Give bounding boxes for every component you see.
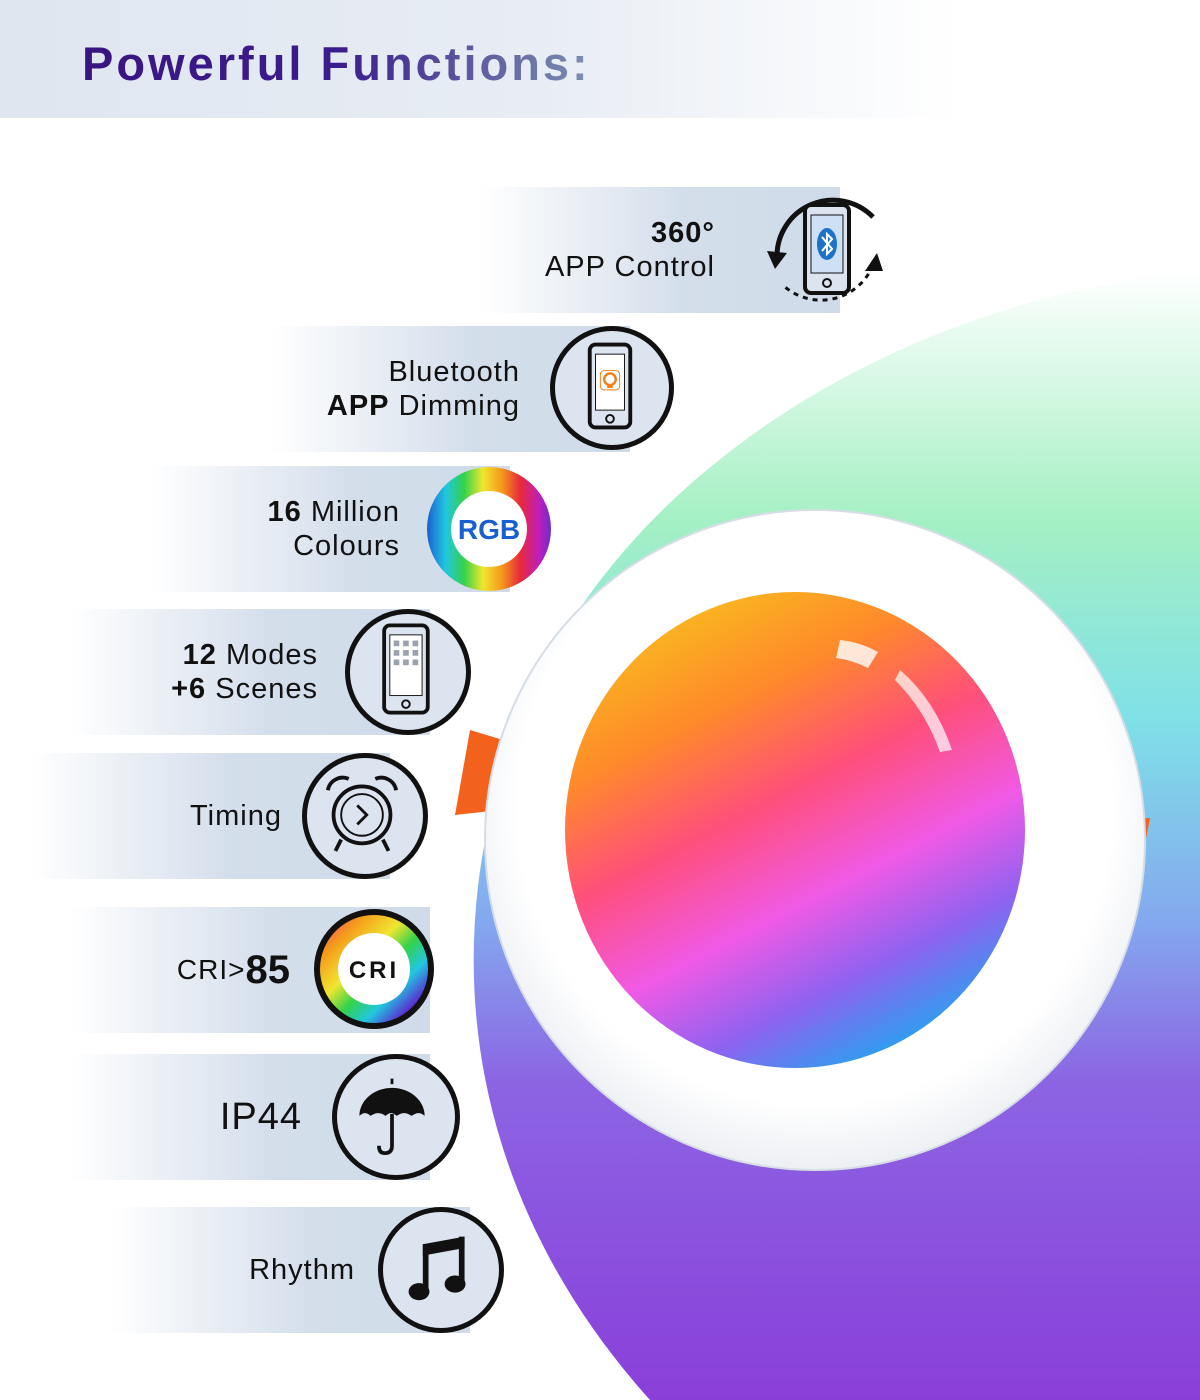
- feature-label-line1: Modes: [225, 639, 318, 671]
- feature-million-colours: 16 Million Colours RGB: [150, 466, 570, 592]
- feature-label-line1: Timing: [190, 800, 282, 832]
- cri-icon-text: CRI: [349, 957, 399, 984]
- feature-label-line1: IP44: [219, 1096, 302, 1138]
- feature-app-dimming: Bluetooth APP Dimming: [270, 326, 690, 452]
- cri-value: 85: [245, 948, 291, 992]
- feature-label: IP44: [220, 1054, 302, 1180]
- modes-phone-icon: [345, 609, 471, 735]
- feature-label-line1: Rhythm: [249, 1254, 355, 1286]
- music-note-icon: [378, 1207, 504, 1333]
- page-title: Powerful Functions:: [82, 37, 591, 90]
- rgb-ring-icon: RGB: [427, 467, 551, 591]
- feature-modes-scenes: 12 Modes +6 Scenes: [70, 609, 490, 735]
- feature-label-line2: Colours: [293, 530, 400, 562]
- feature-label: 360° APP Control: [545, 187, 715, 313]
- feature-label: Timing: [190, 753, 282, 879]
- umbrella-icon: [332, 1054, 460, 1180]
- feature-label-bold-2: +6: [171, 673, 207, 705]
- feature-label-bold: APP: [326, 390, 390, 422]
- feature-label: Rhythm: [249, 1207, 355, 1333]
- feature-label: 12 Modes +6 Scenes: [171, 609, 318, 735]
- app-phone-icon: [550, 326, 674, 450]
- feature-rhythm: Rhythm: [110, 1207, 530, 1333]
- feature-label-bold: 12: [182, 639, 217, 671]
- feature-timing: Timing: [30, 753, 450, 879]
- feature-label-line2: Scenes: [215, 673, 318, 705]
- bluetooth-phone-rotate-icon: [767, 197, 883, 302]
- feature-label-line2: APP Control: [544, 251, 715, 283]
- feature-app-control: 360° APP Control: [480, 187, 900, 313]
- feature-label: CRI> 85: [177, 907, 290, 1033]
- feature-label: 16 Million Colours: [267, 466, 400, 592]
- feature-label-line1: Million: [310, 496, 400, 528]
- feature-label-line2: Dimming: [398, 390, 520, 422]
- feature-label-line1: Bluetooth: [388, 356, 520, 388]
- feature-ip44: IP44: [70, 1054, 490, 1180]
- feature-label: Bluetooth APP Dimming: [327, 326, 520, 452]
- rgb-icon-text: RGB: [458, 514, 520, 545]
- alarm-clock-icon: [302, 753, 428, 879]
- feature-label-bold: 16: [267, 496, 302, 528]
- cri-ring-icon: CRI: [314, 909, 434, 1029]
- cri-prefix: CRI>: [176, 954, 246, 985]
- feature-cri: CRI> 85 CRI: [70, 907, 490, 1033]
- feature-label-bold: 360°: [651, 217, 715, 249]
